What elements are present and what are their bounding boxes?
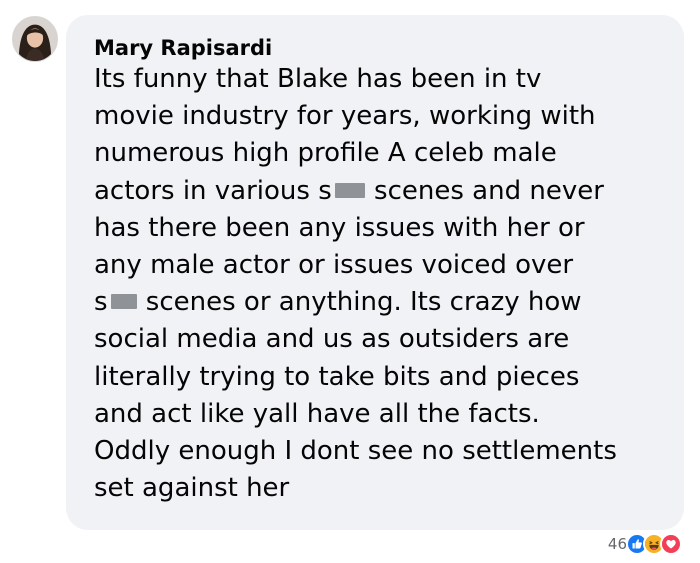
reactions-summary[interactable]: 46 bbox=[608, 532, 682, 556]
comment-line-text: numerous high profile A celeb male bbox=[94, 138, 557, 169]
comment-line-text: literally trying to take bits and pieces bbox=[94, 361, 580, 392]
comment-line: has there been any issues with her or bbox=[94, 210, 679, 247]
comment-line-text: scenes or anything. Its crazy how bbox=[137, 287, 582, 318]
comment-line-text: movie industry for years, working with bbox=[94, 101, 596, 132]
comment-line: numerous high profile A celeb male bbox=[94, 135, 679, 172]
comment-line: set against her bbox=[94, 470, 679, 507]
comment-line: and act like yall have all the facts. bbox=[94, 396, 679, 433]
comment-line-text: s bbox=[94, 287, 108, 318]
comment-line-text: social media and us as outsiders are bbox=[94, 324, 570, 355]
comment-text: Its funny that Blake has been in tv movie… bbox=[94, 61, 679, 507]
comment-line: social media and us as outsiders are bbox=[94, 321, 679, 358]
comment-line: any male actor or issues voiced over bbox=[94, 247, 679, 284]
comment-line: movie industry for years, working with bbox=[94, 98, 679, 135]
comment-line: s scenes or anything. Its crazy how bbox=[94, 284, 679, 321]
comment-line-text: set against her bbox=[94, 473, 290, 504]
comment-line-text: actors in various s bbox=[94, 175, 332, 206]
comment-line-text: Oddly enough I dont see no settlements bbox=[94, 436, 617, 467]
comment-line: Its funny that Blake has been in tv bbox=[94, 61, 679, 98]
comment-line: Oddly enough I dont see no settlements bbox=[94, 433, 679, 470]
comment-line-text: scenes and never bbox=[365, 175, 604, 206]
comment-line-text: has there been any issues with her or bbox=[94, 212, 585, 243]
comment-line: actors in various s scenes and never bbox=[94, 173, 679, 210]
comment-line-text: Its funny that Blake has been in tv bbox=[94, 64, 542, 94]
comment-line-text: any male actor or issues voiced over bbox=[94, 250, 574, 281]
comment-bubble: Mary Rapisardi Its funny that Blake has … bbox=[66, 15, 684, 530]
comment-line-text: and act like yall have all the facts. bbox=[94, 398, 540, 429]
profile-photo bbox=[13, 17, 57, 61]
censored-word-block bbox=[334, 182, 365, 198]
author-name[interactable]: Mary Rapisardi bbox=[94, 35, 272, 61]
censored-word-block bbox=[110, 294, 137, 310]
avatar[interactable] bbox=[12, 16, 58, 62]
comment-line: literally trying to take bits and pieces bbox=[94, 359, 679, 396]
love-reaction-icon bbox=[660, 533, 682, 555]
reaction-count: 46 bbox=[607, 535, 627, 553]
